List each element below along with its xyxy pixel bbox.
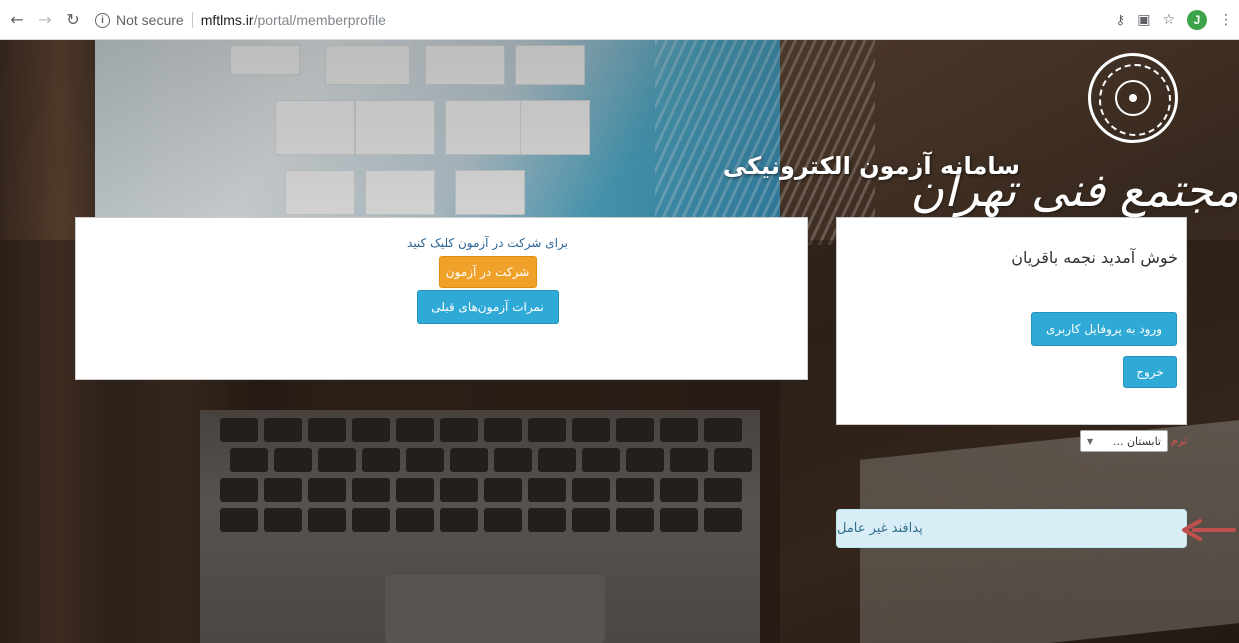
exam-hint: برای شرکت در آزمون کلیک کنید (407, 236, 568, 250)
logo-seal-icon (1088, 53, 1178, 143)
url-host: mftlms.ir (200, 12, 254, 28)
address-bar[interactable]: i Not secure mftlms.ir /portal/memberpro… (95, 7, 1135, 33)
forward-arrow-icon[interactable]: → (34, 9, 56, 31)
back-arrow-icon[interactable]: ← (6, 9, 28, 31)
term-label: ترم (1171, 434, 1187, 447)
page-viewport: مجتمع فنی تهران سامانه آزمون الکترونیکی … (0, 40, 1239, 643)
page-title: سامانه آزمون الکترونیکی (722, 152, 1020, 180)
key-icon[interactable]: ⚷ (1116, 13, 1126, 28)
menu-icon[interactable]: ⋮ (1219, 12, 1233, 28)
previous-scores-button[interactable]: نمرات آزمون‌های قبلی (416, 290, 559, 324)
url-path: /portal/memberprofile (253, 12, 386, 28)
profile-button[interactable]: ورود به پروفایل کاربری (1031, 312, 1177, 346)
chevron-down-icon: ▼ (1087, 436, 1094, 446)
info-icon[interactable]: i (95, 12, 110, 28)
exam-panel: برای شرکت در آزمون کلیک کنید شرکت در آزم… (75, 217, 808, 380)
divider (191, 12, 193, 28)
take-exam-button[interactable]: شرکت در آزمون (438, 256, 537, 288)
star-icon[interactable]: ☆ (1162, 12, 1175, 28)
term-selected-value: تابستان ... (1112, 434, 1161, 448)
security-label: Not secure (116, 12, 184, 28)
atom-icon (1115, 80, 1151, 116)
term-select[interactable]: ▼ تابستان ... (1080, 430, 1168, 452)
reload-icon[interactable]: ↻ (62, 9, 84, 31)
logout-button[interactable]: خروج (1123, 356, 1177, 388)
browser-toolbar: ← → ↻ i Not secure mftlms.ir /portal/mem… (0, 0, 1239, 40)
welcome-message: خوش آمدید نجمه باقریان (1011, 248, 1178, 267)
browser-actions: ⚷ ▣ ☆ J ⋮ (1116, 8, 1233, 32)
translate-icon[interactable]: ▣ (1137, 12, 1150, 28)
exam-panel-content: برای شرکت در آزمون کلیک کنید شرکت در آزم… (76, 236, 809, 324)
passive-defense-link[interactable]: پدافند غیر عامل (836, 509, 1187, 548)
user-panel: خوش آمدید نجمه باقریان ورود به پروفایل ک… (836, 217, 1187, 425)
avatar[interactable]: J (1187, 10, 1207, 30)
annotation-arrow-icon (1182, 519, 1236, 541)
